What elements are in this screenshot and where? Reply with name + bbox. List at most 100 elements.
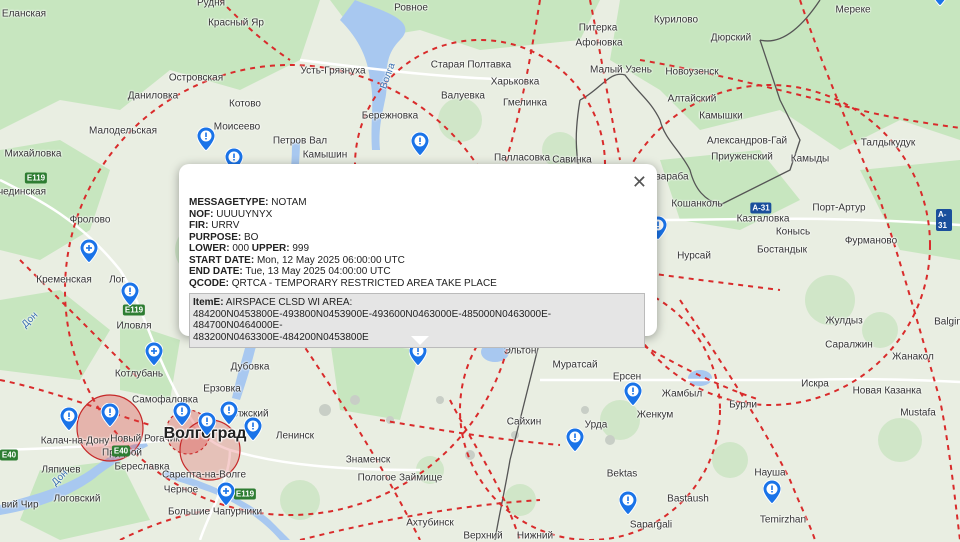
place-label-petrov-val: Петров Вал — [272, 135, 328, 147]
place-label-zhanakol: Жанакол — [892, 351, 934, 363]
place-label-priuzensky: Приуженский — [711, 151, 773, 163]
notam-pin-15[interactable] — [216, 481, 236, 507]
notam-pin-5[interactable] — [120, 281, 140, 307]
notam-pin-16[interactable] — [565, 427, 585, 453]
fir-label: FIR: — [189, 220, 209, 231]
fir-row: FIR: URRV — [189, 220, 645, 232]
start-date-label: START DATE: — [189, 254, 255, 266]
qcode-label: QCODE: — [189, 277, 229, 289]
road-shield-e119-c: E119 — [233, 488, 257, 500]
notam-pin-13[interactable] — [219, 400, 239, 426]
start-date-row: START DATE: Mon, 12 May 2025 06:00:00 UT… — [189, 255, 645, 267]
close-icon[interactable]: ✕ — [632, 173, 647, 191]
place-label-elanskaya: Еланская — [1, 8, 47, 20]
fir-value: URRV — [211, 220, 240, 231]
nof-label: NOF: — [189, 208, 214, 220]
notam-pin-18[interactable] — [618, 490, 638, 516]
notam-pin-17[interactable] — [623, 381, 643, 407]
notam-pin-6[interactable] — [144, 341, 164, 367]
notam-popup: ✕ MESSAGETYPE: NOTAM NOF: UUUUYNYX FIR: … — [179, 164, 657, 348]
item-e-line-3: 483200N0463300E-484200N0453800E — [193, 331, 369, 343]
notam-pin-3[interactable] — [410, 131, 430, 157]
nof-value: UUUUYNYX — [216, 208, 273, 220]
place-label-sarepta: Сарепта-на-Волге — [161, 469, 247, 481]
place-label-krasny-yar: Красный Яр — [208, 17, 264, 29]
place-label-sapargali: Sapargali — [629, 519, 673, 531]
place-label-logovsky: Логовский — [53, 493, 101, 505]
place-label-staraya-poltavka: Старая Полтавка — [430, 59, 512, 71]
item-e-box: ItemE: AIRSPACE CLSD WI AREA: 484200N045… — [189, 293, 645, 348]
altitude-row: LOWER: 000 UPPER: 999 — [189, 243, 645, 255]
place-label-merekhe: Мерекe — [835, 4, 871, 16]
messagetype-row: MESSAGETYPE: NOTAM — [189, 197, 645, 209]
notam-pin-9[interactable] — [59, 406, 79, 432]
place-label-erzovka: Ерзовка — [203, 383, 241, 395]
road-shield-e40-b: E40 — [111, 445, 131, 457]
place-label-chernoe: Черное — [163, 484, 199, 496]
place-label-valuevka: Валуевка — [441, 90, 485, 102]
place-label-moiseevo: Моисеево — [213, 121, 261, 133]
notam-pin-20[interactable] — [931, 0, 949, 7]
place-label-rovnoe: Ровное — [394, 2, 428, 14]
place-label-ostrovskaya: Островская — [168, 72, 224, 84]
place-label-nursay: Нурсай — [677, 250, 711, 262]
place-label-ersen: Ерсен — [612, 371, 642, 383]
place-label-znamensk: Знаменск — [345, 454, 391, 466]
place-label-kremenskaya: Кременская — [36, 274, 92, 286]
end-date-value: Tue, 13 May 2025 04:00:00 UTC — [245, 266, 391, 277]
place-label-zhuldyz: Жулдыз — [825, 315, 863, 327]
road-shield-e119-b: E119 — [122, 304, 146, 316]
notam-pin-14[interactable] — [243, 416, 263, 442]
road-shield-e40-a: E40 — [0, 449, 19, 461]
notam-pin-19[interactable] — [762, 479, 782, 505]
place-label-muratsay: Мурaтсай — [552, 359, 598, 371]
place-label-altaysky: Алтайский — [667, 93, 717, 105]
place-label-kamyshki: Камышки — [699, 110, 743, 122]
place-label-mustafa: Mustafa — [900, 407, 936, 419]
qcode-row: QCODE: QRTCA - TEMPORARY RESTRICTED AREA… — [189, 278, 645, 290]
notam-pin-1[interactable] — [196, 126, 216, 152]
place-label-kamyshy: Камыды — [790, 153, 830, 165]
place-label-akhtubinsk: Ахтубинск — [406, 517, 454, 529]
place-label-rudnya: Рудня — [196, 0, 226, 9]
place-label-varaboa: вaраба — [655, 171, 689, 183]
place-label-zhambyl: Жамбыл — [661, 388, 703, 400]
place-label-iskra: Искра — [801, 378, 829, 390]
end-date-row: END DATE: Tue, 13 May 2025 04:00:00 UTC — [189, 266, 645, 278]
place-label-nausha: Науша — [754, 467, 786, 479]
place-label-kharkovka: Харьковка — [490, 76, 540, 88]
place-label-bektas: Bektas — [606, 468, 638, 480]
place-label-urda: Урда — [584, 419, 608, 431]
place-label-frolovo: Фролово — [69, 214, 111, 226]
notam-pin-12[interactable] — [197, 411, 217, 437]
place-label-danilovka: Даниловка — [127, 90, 179, 102]
place-label-pologoe-zaimishche: Пологое Займище — [357, 472, 443, 484]
place-label-berezhnovka: Бережновка — [361, 110, 419, 122]
place-label-zhenykum: Женкум — [636, 409, 674, 421]
place-label-temirzhan: Temirzhan — [759, 514, 807, 526]
place-label-ilovlya: Иловля — [116, 320, 152, 332]
nof-row: NOF: UUUUYNYX — [189, 209, 645, 221]
place-label-aleksandrov-gai: Александров-Гай — [706, 135, 788, 147]
purpose-row: PURPOSE: BO — [189, 232, 645, 244]
place-label-afonovka: Афоновка — [575, 37, 623, 49]
road-shield-a31-b: A-31 — [936, 209, 952, 231]
place-label-furmanovo: Фурманово — [844, 235, 898, 247]
purpose-label: PURPOSE: — [189, 231, 242, 243]
messagetype-value: NOTAM — [271, 197, 307, 208]
place-label-taldykuduk: Талдыкудук — [860, 137, 916, 149]
start-date-value: Mon, 12 May 2025 06:00:00 UTC — [256, 254, 405, 266]
notam-pin-10[interactable] — [100, 402, 120, 428]
place-label-kalach-na-donu: Калач-на-Дону — [40, 435, 110, 447]
place-label-mikhailovka: Михайловка — [4, 148, 62, 160]
notam-pin-11[interactable] — [172, 401, 192, 427]
place-label-maly-uzen: Малый Узень — [590, 64, 652, 76]
place-label-kotovo: Котово — [229, 98, 261, 110]
notam-pin-4[interactable] — [79, 238, 99, 264]
place-label-burli: Бурли — [729, 399, 757, 411]
place-label-bastaush: Bastaush — [667, 493, 709, 505]
place-label-kaztalovka: Казталовка — [736, 213, 790, 225]
lower-label: LOWER: — [189, 243, 230, 254]
end-date-label: END DATE: — [189, 266, 243, 277]
item-e-line-2: 484200N0453800E-493800N0453900E-493600N0… — [193, 308, 552, 332]
